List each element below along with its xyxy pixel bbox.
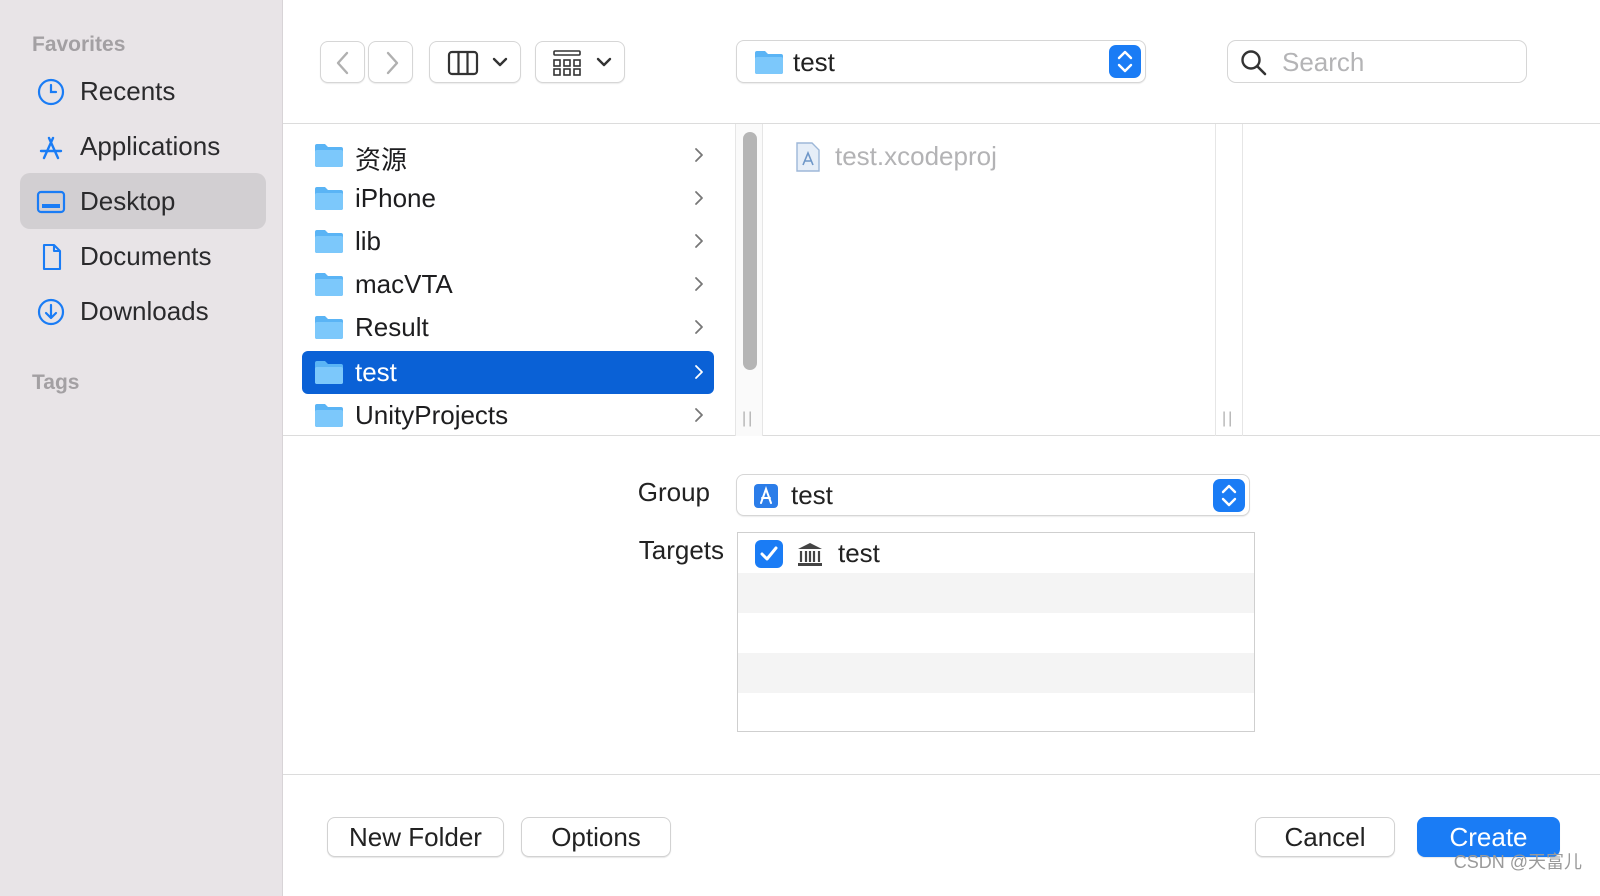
chevron-left-icon [336,51,349,75]
folder-row-selected[interactable]: test [302,351,714,394]
target-row-empty [738,573,1254,613]
target-row[interactable]: test [738,533,1254,573]
chevron-right-icon [695,408,703,422]
column-scrollbar[interactable]: || [735,124,763,436]
group-value: test [791,480,833,510]
folder-row[interactable]: 资源 [302,134,714,177]
applications-icon [39,136,63,160]
desktop-icon [36,190,66,214]
search-field[interactable]: Search [1227,40,1527,83]
up-down-chevron-icon [1221,484,1237,507]
cancel-button[interactable]: Cancel [1255,817,1395,857]
target-building-icon [798,543,822,566]
back-button[interactable] [320,41,365,83]
forward-button[interactable] [368,41,413,83]
targets-label: Targets [638,535,724,565]
group-label: Group [637,477,710,507]
file-label: test.xcodeproj [835,141,997,171]
sidebar: Favorites Recents Applications Desktop D… [0,0,283,896]
sidebar-item-label: Applications [80,131,221,161]
folder-icon [315,316,343,339]
column-resize-handle[interactable]: || [1222,410,1234,428]
folder-icon [315,273,343,296]
folder-column: 资源 iPhone lib macVTA Result test UnityPr… [283,124,735,436]
group-by-button[interactable] [535,41,625,83]
folder-row[interactable]: lib [302,220,714,263]
target-row-empty [738,613,1254,653]
search-placeholder: Search [1282,47,1365,77]
options-button[interactable]: Options [521,817,671,857]
folder-label: lib [355,226,382,256]
chevron-right-icon [695,277,703,291]
bottom-bar: New Folder Options Cancel Create [283,774,1600,896]
chevron-right-icon [386,51,399,75]
target-row-empty [738,693,1254,733]
scrollbar-thumb[interactable] [743,132,757,370]
grid-icon [553,50,581,76]
checkmark-icon [760,546,778,561]
favorites-heading: Favorites [32,33,126,56]
sidebar-item-label: Documents [80,241,212,271]
clock-icon [37,78,65,106]
column-divider[interactable]: || [1215,124,1243,436]
popup-stepper [1213,479,1245,512]
folder-row[interactable]: UnityProjects [302,394,714,437]
sidebar-item-recents[interactable]: Recents [20,63,266,119]
up-down-chevron-icon [1117,50,1133,73]
chevron-right-icon [695,234,703,248]
chevron-down-icon [596,57,612,67]
view-mode-button[interactable] [429,41,521,83]
sidebar-item-label: Downloads [80,296,209,326]
watermark: CSDN @天富儿 [1453,852,1582,872]
chevron-right-icon [695,365,703,379]
folder-row[interactable]: Result [302,306,714,349]
chevron-down-icon [492,57,508,67]
target-label: test [838,538,880,568]
sidebar-item-downloads[interactable]: Downloads [20,283,266,339]
tags-heading: Tags [32,371,80,394]
group-popup[interactable]: test [736,474,1250,516]
folder-icon [315,230,343,253]
target-row-empty [738,653,1254,693]
sidebar-item-applications[interactable]: Applications [20,118,266,174]
folder-label: UnityProjects [355,400,509,430]
toolbar: test Search [283,0,1600,124]
folder-icon [315,361,343,384]
search-icon [1241,50,1267,76]
folder-icon [315,144,343,167]
folder-label: 资源 [355,145,408,175]
column-resize-handle[interactable]: || [742,410,754,428]
popup-stepper [1109,45,1141,78]
folder-row[interactable]: macVTA [302,263,714,306]
column-browser: 资源 iPhone lib macVTA Result test UnityPr… [283,124,1600,436]
app-project-icon [754,484,778,508]
folder-label: macVTA [355,269,453,299]
folder-label: iPhone [355,183,436,213]
path-label: test [793,47,835,77]
columns-view-icon [447,50,479,76]
folder-icon [315,187,343,210]
new-folder-button[interactable]: New Folder [327,817,504,857]
folder-label: test [355,357,397,387]
document-icon [42,243,62,271]
chevron-right-icon [695,191,703,205]
download-icon [37,298,65,326]
sidebar-item-label: Recents [80,76,176,106]
folder-label: Result [355,312,429,342]
sidebar-item-label: Desktop [80,186,176,216]
sidebar-item-desktop[interactable]: Desktop [20,173,266,229]
xcodeproj-icon [796,142,820,172]
targets-list: test [737,532,1255,732]
path-popup[interactable]: test [736,40,1146,83]
sidebar-item-documents[interactable]: Documents [20,228,266,284]
folder-icon [755,51,783,74]
target-checkbox[interactable] [755,540,783,568]
folder-icon [315,404,343,427]
file-column: test.xcodeproj [763,124,1215,436]
chevron-right-icon [695,148,703,162]
chevron-right-icon [695,320,703,334]
folder-row[interactable]: iPhone [302,177,714,220]
